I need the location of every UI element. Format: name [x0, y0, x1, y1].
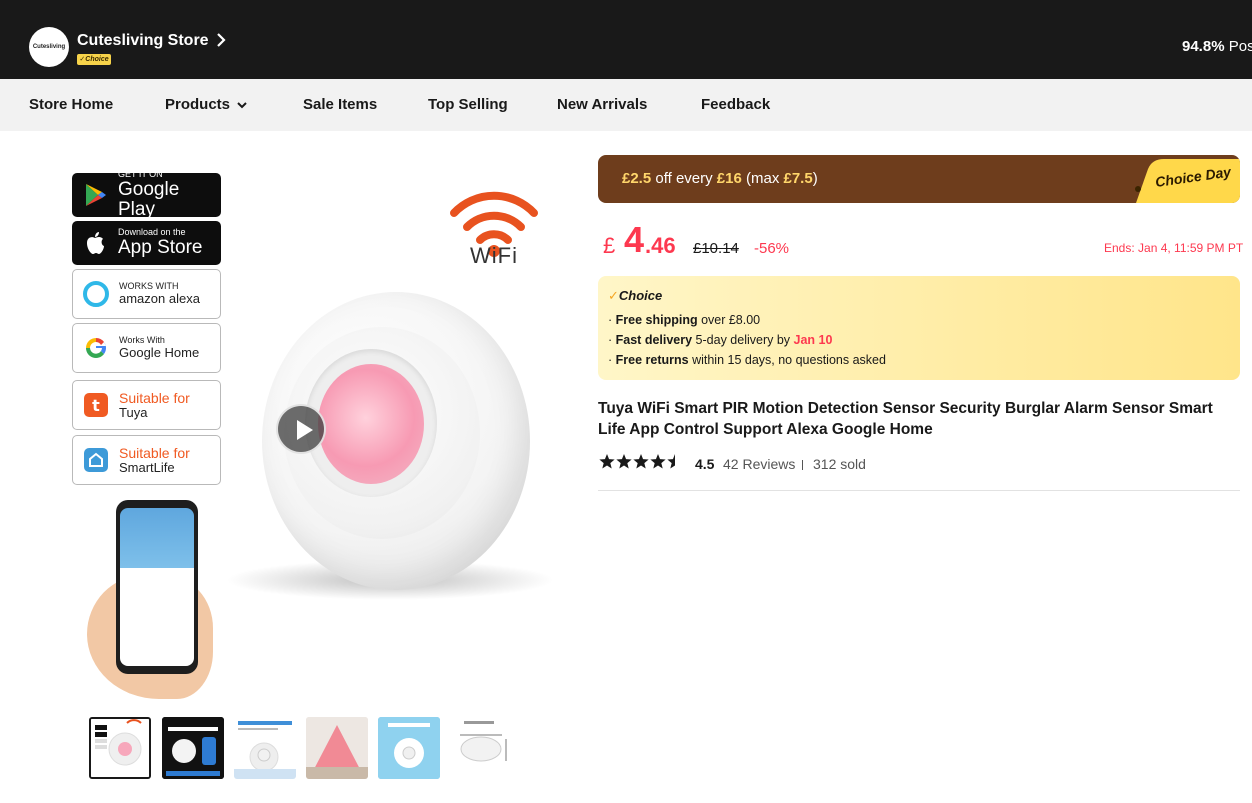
promo-text-mid: off every — [651, 170, 717, 187]
choice-badge-label: Choice — [85, 56, 109, 63]
positive-feedback-value: 94.8% — [1182, 38, 1225, 55]
promo-text: £2.5 off every £16 (max £7.5) — [622, 170, 818, 187]
fast-delivery-detail: 5-day delivery by — [692, 333, 794, 347]
svg-text:t: t — [92, 396, 100, 415]
google-icon — [86, 338, 106, 358]
free-shipping-detail: over £8.00 — [697, 313, 761, 327]
star-filled — [599, 454, 615, 469]
choice-benefits: ✓Choice · Free shipping over £8.00 · Fas… — [598, 276, 1240, 380]
choice-badge: ✓Choice — [77, 54, 111, 65]
smartlife-bottom-text: SmartLife — [119, 459, 175, 475]
google-home-badge: Works With Google Home — [72, 323, 221, 373]
google-home-big-text: Google Home — [119, 344, 200, 360]
nav-products[interactable]: Products — [165, 96, 248, 113]
sold-count: 312 sold — [813, 456, 866, 472]
nav-sale-items[interactable]: Sale Items — [303, 96, 377, 113]
alexa-big-text: amazon alexa — [119, 290, 200, 306]
thumbnail-3[interactable] — [234, 717, 296, 779]
nav-top-selling[interactable]: Top Selling — [428, 96, 508, 113]
wifi-label: WiFi — [470, 243, 518, 268]
thumbnail-6[interactable] — [450, 717, 512, 779]
app-store-badge: Download on the App Store — [72, 221, 221, 265]
store-logo[interactable]: Cutesliving — [29, 27, 69, 67]
sale-end-time: Ends: Jan 4, 11:59 PM PT — [1104, 241, 1244, 255]
promo-currency: £ — [783, 170, 792, 187]
discount-percent: -56% — [754, 240, 790, 257]
price-decimal: .46 — [645, 233, 676, 258]
promo-text-end: ) — [812, 170, 818, 187]
apple-icon — [87, 232, 104, 254]
star-rating-icon — [599, 454, 683, 469]
choice-logo: ✓Choice — [608, 288, 663, 303]
thumbnail-image — [162, 717, 224, 779]
choice-day-badge: Choice Day — [1135, 159, 1240, 203]
thumbnail-4[interactable] — [306, 717, 368, 779]
star-filled — [633, 454, 649, 469]
nav-new-arrivals[interactable]: New Arrivals — [557, 96, 647, 113]
promo-text-max: (max — [741, 170, 784, 187]
rating-value: 4.5 — [695, 456, 715, 472]
thumbnail-image — [306, 717, 368, 779]
phone-screen — [120, 508, 194, 666]
main-product-image[interactable]: GET IT ON Google Play Download on the App … — [29, 155, 574, 700]
thumbnail-5[interactable] — [378, 717, 440, 779]
alexa-icon — [83, 281, 109, 307]
nav-store-home[interactable]: Store Home — [29, 96, 113, 113]
sensor-lens — [318, 364, 424, 484]
nav-products-label: Products — [165, 96, 231, 113]
thumbnail-image — [378, 717, 440, 779]
thumbnail-image — [234, 717, 296, 779]
store-name[interactable]: Cutesliving Store — [77, 32, 209, 50]
free-returns-label: Free returns — [615, 353, 689, 367]
play-video-icon[interactable] — [276, 404, 326, 454]
reviews-link[interactable]: 42 Reviews — [723, 456, 795, 472]
fast-delivery-label: Fast delivery — [615, 333, 693, 347]
positive-feedback-label: Pos — [1228, 38, 1252, 55]
free-shipping-line: · Free shipping over £8.00 — [608, 313, 761, 327]
positive-feedback: 94.8% Pos — [1182, 38, 1252, 55]
app-store-big-text: App Store — [118, 236, 203, 258]
tuya-bottom-text: Tuya — [119, 404, 148, 420]
smartlife-icon — [84, 448, 108, 472]
promo-every-amount: 16 — [725, 170, 742, 187]
promo-currency: £ — [716, 170, 726, 187]
promo-off-amount: 2.5 — [630, 170, 652, 187]
divider-bar — [802, 460, 803, 470]
alexa-badge: WORKS WITH amazon alexa — [72, 269, 221, 319]
store-nav: Store Home Products Sale Items Top Selli… — [0, 79, 1252, 131]
tuya-icon: t — [84, 393, 108, 417]
tuya-top-text: Suitable for — [119, 389, 190, 406]
promo-banner[interactable]: £2.5 off every £16 (max £7.5) Choice Day — [598, 155, 1240, 203]
thumbnail-image — [91, 719, 149, 777]
google-play-big-text: Google Play — [118, 178, 180, 220]
chevron-right-icon[interactable] — [213, 30, 229, 50]
thumbnail-1[interactable] — [89, 717, 151, 779]
original-price: £10.14 — [693, 240, 739, 257]
promo-max-amount: 7.5 — [791, 170, 813, 187]
nav-feedback[interactable]: Feedback — [701, 96, 770, 113]
fast-delivery-line: · Fast delivery 5-day delivery by Jan 10 — [608, 333, 833, 347]
free-returns-line: · Free returns within 15 days, no questi… — [608, 353, 886, 367]
price-currency: £ — [603, 233, 616, 258]
tuya-badge: t Suitable for Tuya — [72, 380, 221, 430]
delivery-date: Jan 10 — [793, 333, 833, 347]
free-returns-detail: within 15 days, no questions asked — [688, 353, 886, 367]
free-shipping-label: Free shipping — [615, 313, 698, 327]
smartlife-top-text: Suitable for — [119, 444, 190, 461]
smartlife-badge: Suitable for SmartLife — [72, 435, 221, 485]
choice-logo-text: Choice — [618, 288, 663, 303]
star-filled — [650, 454, 666, 469]
product-title: Tuya WiFi Smart PIR Motion Detection Sen… — [598, 400, 1213, 438]
star-filled — [616, 454, 632, 469]
price-integer: 4 — [624, 219, 645, 260]
thumbnail-2[interactable] — [162, 717, 224, 779]
store-header: Cutesliving Cutesliving Store ✓Choice 94… — [0, 0, 1252, 79]
google-play-icon — [86, 184, 106, 206]
store-logo-text: Cutesliving — [32, 44, 66, 50]
chevron-down-icon — [237, 102, 247, 109]
google-play-badge: GET IT ON Google Play — [72, 169, 221, 220]
thumbnail-image — [450, 717, 512, 779]
section-divider — [598, 490, 1240, 491]
